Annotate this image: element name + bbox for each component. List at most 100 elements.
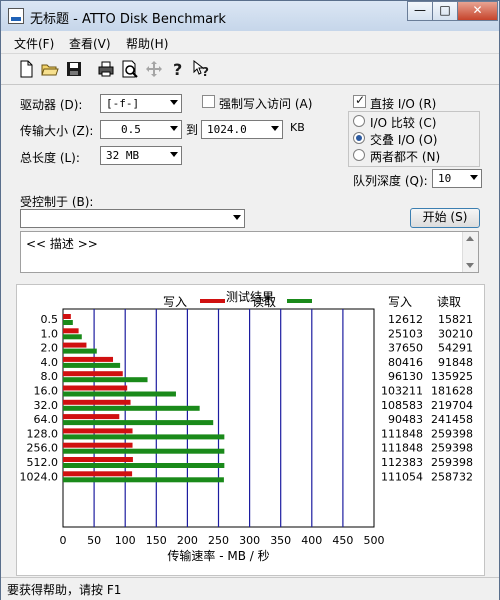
results-chart: 0 50 100 150 200 250 300 350 400 450 500 传输速率 - MB … [20,289,474,563]
column-header-write: 写入 [388,295,412,309]
read-bar [63,348,97,354]
description-box[interactable]: << 描述 >> [20,231,479,273]
open-folder-icon[interactable] [41,60,59,78]
direct-io-checkbox[interactable] [353,93,366,108]
queue-depth-select[interactable]: 10 [432,169,482,188]
y-tick-label: 512.0 [27,456,59,469]
write-bar [63,428,133,434]
chevron-down-icon [233,215,241,220]
read-bar [63,448,225,454]
status-text: 要获得帮助，请按 F1 [7,583,122,597]
overlapped-io-radio[interactable] [353,132,365,144]
queue-depth-label: 队列深度 (Q): [353,174,428,188]
y-tick-label: 64.0 [34,413,59,426]
minimize-button[interactable]: — [407,1,433,21]
read-bar [63,463,225,468]
write-bar [63,328,79,334]
force-write-checkbox[interactable] [202,95,215,108]
write-value: 111848 [381,427,423,440]
x-tick-label: 150 [146,534,167,547]
read-bar [63,477,224,483]
help-icon[interactable]: ? [169,60,187,78]
kb-unit-label: KB [290,121,305,134]
write-value: 80416 [388,356,423,369]
write-bar [63,457,133,462]
title-bar[interactable]: 无标题 - ATTO Disk Benchmark — □ ✕ [1,1,499,31]
transfer-to-select[interactable]: 1024.0 [201,120,283,139]
status-bar: 要获得帮助，请按 F1 [1,577,499,600]
close-button[interactable]: ✕ [457,1,498,21]
x-tick-label: 500 [364,534,385,547]
drive-select-value: [-f-] [106,97,140,110]
io-compare-radio[interactable] [353,115,365,127]
window-title: 无标题 - ATTO Disk Benchmark [30,12,226,27]
neither-radio[interactable] [353,149,365,161]
scroll-down-icon[interactable] [466,263,474,268]
svg-text:?: ? [173,60,182,78]
y-tick-label: 2.0 [41,342,59,355]
write-value: 103211 [381,385,423,398]
write-value: 112383 [381,456,423,469]
y-tick-label: 256.0 [27,442,59,455]
total-length-select[interactable]: 32 MB [100,146,182,165]
write-bar [63,442,133,448]
y-tick-label: 4.0 [41,356,59,369]
controlled-by-label: 受控制于 (B): [20,195,94,209]
chevron-down-icon [170,126,178,131]
svg-text:?: ? [202,65,209,78]
y-tick-label: 8.0 [41,370,59,383]
total-length-value: 32 MB [106,149,140,162]
write-value: 12612 [388,313,423,326]
read-bar [63,334,82,340]
read-value: 219704 [431,399,473,412]
transfer-from-select[interactable]: 0.5 [100,120,182,139]
read-bar [63,362,121,368]
menu-file[interactable]: 文件(F) [14,35,54,52]
y-tick-label: 1.0 [41,327,59,340]
x-tick-label: 450 [332,534,353,547]
read-value: 15821 [438,313,473,326]
drive-select[interactable]: [-f-] [100,94,182,113]
context-help-icon[interactable]: ? [193,60,211,78]
app-icon [8,8,24,24]
description-scrollbar[interactable] [462,232,478,272]
transfer-from-value: 0.5 [121,123,141,136]
read-value: 181628 [431,385,473,398]
direct-io-label: 直接 I/O (R) [370,97,437,111]
controlled-by-select[interactable] [20,209,245,228]
legend-read-label: 读取 [252,295,276,309]
write-value: 96130 [388,370,423,383]
menu-help[interactable]: 帮助(H) [126,35,168,52]
print-icon[interactable] [97,60,115,78]
y-tick-label: 1024.0 [20,470,59,483]
read-value: 259398 [431,456,473,469]
read-value: 54291 [438,342,473,355]
transfer-size-label: 传输大小 (Z): [20,124,94,138]
x-tick-label: 250 [208,534,229,547]
x-tick-label: 300 [239,534,260,547]
toolbar: ? ? [1,53,499,85]
y-tick-label: 128.0 [27,427,59,440]
legend-write-swatch [200,299,225,303]
results-panel: 0 50 100 150 200 250 300 350 400 450 500 传输速率 - MB … [16,284,485,576]
print-preview-icon[interactable] [121,60,139,78]
write-value: 111848 [381,442,423,455]
scroll-up-icon[interactable] [466,236,474,241]
x-tick-label: 200 [177,534,198,547]
maximize-button[interactable]: □ [432,1,458,21]
new-file-icon[interactable] [17,60,35,78]
save-icon[interactable] [65,60,83,78]
transfer-to-value: 1024.0 [207,123,247,136]
start-button[interactable]: 开始 (S) [410,208,480,228]
chevron-down-icon [470,175,478,180]
read-value: 135925 [431,370,473,383]
read-value: 91848 [438,356,473,369]
menu-view[interactable]: 查看(V) [69,35,111,52]
y-tick-label: 32.0 [34,399,59,412]
chevron-down-icon [170,152,178,157]
write-bar [63,371,123,377]
app-window: 无标题 - ATTO Disk Benchmark — □ ✕ 文件(F) 查看… [0,0,500,600]
legend-read-swatch [287,299,312,303]
read-value: 258732 [431,470,473,483]
move-icon[interactable] [145,60,163,78]
